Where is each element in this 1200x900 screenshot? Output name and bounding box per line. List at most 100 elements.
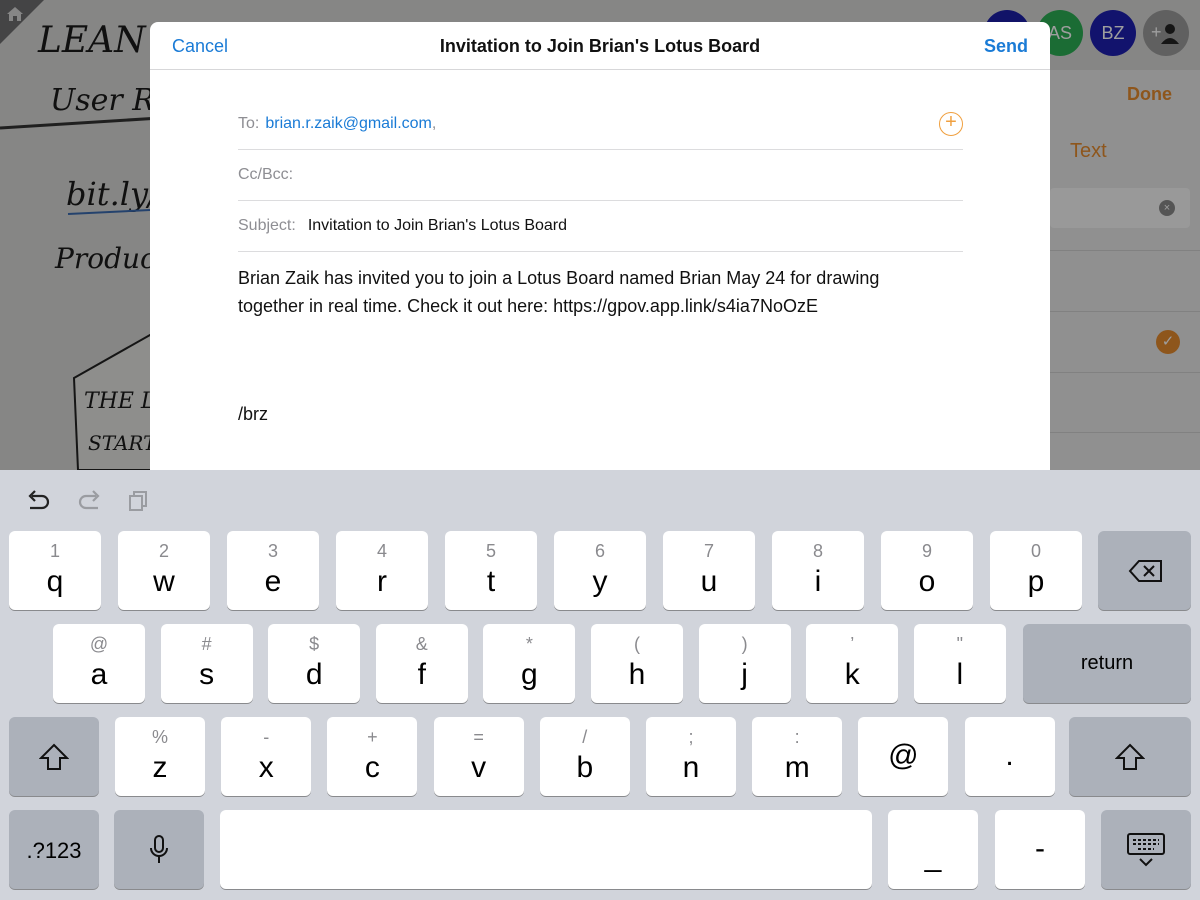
key-hint: / [582,727,588,747]
key-hint: ’ [850,634,855,654]
shift-key-left[interactable] [9,717,99,796]
key-hint: 5 [485,541,496,561]
key-hint: # [201,634,212,654]
key-label: n [682,751,700,784]
key-label: s [199,658,215,691]
key-n[interactable]: ; n [646,717,736,796]
compose-title: Invitation to Join Brian's Lotus Board [439,36,761,56]
to-label: To: [238,114,260,132]
microphone-icon [150,835,168,863]
key-label: r [377,565,387,598]
key-hint: 7 [703,541,714,561]
key-hint: 9 [921,541,932,561]
subject-value: Invitation to Join Brian's Lotus Board [307,217,568,234]
key-m[interactable]: :m [752,717,843,796]
signature: /brz [238,404,269,424]
onscreen-keyboard: 1q2w3e4r5t6y7u8i9o0p @ a # s $ d & f * g(h) j’ k " l … [0,470,1200,900]
shift-icon [39,743,69,770]
key-label: t [486,565,496,598]
delete-key[interactable] [1098,531,1191,610]
key-label: q [46,565,64,598]
key-hint: * [525,634,533,654]
shift-icon [1115,743,1145,770]
key-label: m [784,751,810,784]
subject-label: Subject: [238,217,296,234]
key-label: f [417,658,426,691]
numbers-key[interactable]: .?123 [9,810,99,889]
paste-icon[interactable] [126,488,152,514]
key-hint: = [473,727,484,747]
key-t[interactable]: 5t [445,531,537,610]
key-k[interactable]: ’ k [806,624,899,703]
key-label: o [918,565,936,598]
subject-field[interactable]: Subject: Invitation to Join Brian's Lotu… [238,201,963,252]
key-hint: + [367,727,378,747]
key-b[interactable]: / b [539,717,630,796]
key-hint: ) [741,634,748,654]
key-q[interactable]: 1q [9,531,101,610]
backspace-icon [1128,560,1162,582]
key-label: . [1005,739,1014,772]
header-fields: To: brian.r.zaik@gmail.com, + Cc/Bcc: Su… [238,70,963,252]
key-label: @ [888,739,919,772]
dismiss-keyboard-key[interactable] [1101,810,1191,889]
cc-bcc-field[interactable]: Cc/Bcc: [238,150,963,201]
key-hint: 8 [812,541,823,561]
key-label: k [844,658,860,691]
key-a[interactable]: @ a [53,624,145,703]
key-o[interactable]: 9o [881,531,973,610]
key-j[interactable]: ) j [698,624,791,703]
key-p[interactable]: 0p [990,531,1082,610]
key-label: d [305,658,323,691]
key-label: p [1027,565,1045,598]
key-d[interactable]: $ d [268,624,361,703]
key-label: e [264,565,282,598]
recipient-token[interactable]: brian.r.zaik@gmail.com [265,115,432,133]
to-field[interactable]: To: brian.r.zaik@gmail.com, + [238,70,963,150]
compose-navbar: Cancel Invitation to Join Brian's Lotus … [150,22,1050,70]
key-y[interactable]: 6y [554,531,646,610]
body-line: together in real time. Check it out here… [238,296,818,316]
space-bar[interactable] [220,810,872,889]
key-at[interactable]: @ [858,717,949,796]
key-e[interactable]: 3e [227,531,319,610]
key-period[interactable]: . [964,717,1055,796]
mail-compose-sheet: Cancel Invitation to Join Brian's Lotus … [150,22,1050,470]
key-hint: " [956,634,963,654]
key-c[interactable]: + c [327,717,418,796]
key-u[interactable]: 7u [663,531,755,610]
key-x[interactable]: -x [221,717,312,796]
key-r[interactable]: 4r [336,531,428,610]
key-dash[interactable]: - [995,810,1085,889]
key-underscore[interactable]: _ [888,810,978,889]
message-body[interactable]: Brian Zaik has invited you to join a Lot… [238,264,958,320]
key-s[interactable]: # s [160,624,253,703]
key-hint: : [794,727,800,747]
keyboard-dismiss-icon [1127,833,1165,867]
key-w[interactable]: 2w [118,531,210,610]
recipient-separator: , [431,114,437,132]
undo-icon[interactable] [26,488,52,514]
key-h[interactable]: (h [591,624,683,703]
redo-icon[interactable] [76,488,102,514]
key-z[interactable]: % z [115,717,205,796]
key-label: j [741,658,748,691]
send-button[interactable]: Send [984,36,1028,57]
key-hint: - [263,727,270,747]
return-key[interactable]: return [1023,624,1191,703]
key-l[interactable]: " l [913,624,1006,703]
key-label: z [152,751,168,784]
key-hint: 3 [267,541,278,561]
key-i[interactable]: 8i [772,531,864,610]
key-g[interactable]: * g [483,624,576,703]
shift-key-right[interactable] [1069,717,1191,796]
dictation-key[interactable] [114,810,204,889]
body-line: Brian Zaik has invited you to join a Lot… [238,268,880,288]
key-label: i [814,565,822,598]
key-f[interactable]: & f [375,624,468,703]
key-hint: @ [89,634,109,654]
key-hint: 1 [49,541,60,561]
key-label: u [700,565,718,598]
key-v[interactable]: = v [433,717,524,796]
add-contact-button[interactable]: + [939,112,963,136]
